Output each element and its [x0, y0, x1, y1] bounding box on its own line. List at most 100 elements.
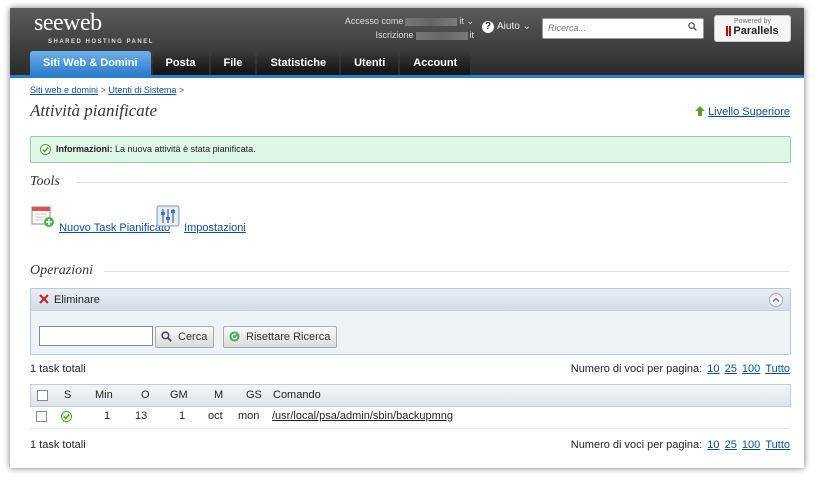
per-page-all[interactable]: Tutto — [765, 439, 790, 451]
col-day-of-month[interactable]: GM — [170, 389, 188, 401]
status-ok-icon — [61, 411, 72, 422]
tab-underline — [10, 75, 804, 78]
cell-min: 1 — [104, 410, 111, 422]
cell-day-of-week: mon — [238, 410, 260, 422]
tab-statistiche[interactable]: Statistiche — [257, 51, 340, 75]
success-icon — [40, 144, 51, 155]
up-arrow-icon — [695, 106, 706, 116]
delete-button[interactable]: Eliminare — [54, 294, 100, 306]
per-page-label: Numero di voci per pagina: — [570, 439, 703, 451]
cell-day-of-month: 1 — [179, 410, 186, 422]
info-message: Informazioni: La nuova attività è stata … — [30, 136, 791, 163]
per-page-25[interactable]: 25 — [725, 439, 737, 451]
search-input[interactable] — [543, 19, 678, 36]
info-label: Informazioni: — [56, 144, 113, 154]
per-page-100[interactable]: 100 — [742, 439, 760, 451]
access-label: Accesso come — [344, 16, 404, 26]
signup-suffix: it — [469, 30, 475, 40]
redacted-account — [415, 31, 468, 40]
chevron-down-icon: ⌄ — [522, 21, 531, 32]
col-command[interactable]: Comando — [273, 389, 321, 401]
settings-sliders-icon — [156, 205, 180, 227]
col-month[interactable]: M — [214, 389, 223, 401]
access-suffix: it — [459, 16, 464, 26]
per-page-25[interactable]: 25 — [725, 363, 737, 375]
search-button[interactable]: Cerca — [155, 326, 215, 348]
tab-posta[interactable]: Posta — [152, 51, 209, 75]
new-task-tool[interactable]: Nuovo Task Pianificato — [30, 204, 170, 234]
per-page-100[interactable]: 100 — [742, 363, 760, 375]
select-all-checkbox[interactable] — [37, 390, 48, 401]
info-text: La nuova attività è stata pianificata. — [115, 144, 256, 154]
delete-icon — [39, 294, 49, 304]
new-task-label[interactable]: Nuovo Task Pianificato — [59, 222, 170, 234]
window-frame: seeweb SHARED HOSTING PANEL Accesso come… — [10, 8, 804, 468]
row-checkbox[interactable] — [36, 411, 47, 422]
powered-by-label: Powered by — [734, 18, 771, 25]
up-level-link[interactable]: Livello Superiore — [695, 106, 790, 118]
page-title: Attività pianificate — [30, 101, 158, 120]
calendar-add-icon — [31, 206, 54, 227]
tools-heading: Tools — [30, 174, 60, 189]
col-status[interactable]: S — [64, 389, 71, 401]
cell-hour: 13 — [135, 410, 148, 422]
cell-command[interactable]: /usr/local/psa/admin/sbin/backupmng — [272, 410, 453, 422]
reset-search-label: Risettare Ricerca — [246, 331, 331, 343]
tab-utenti[interactable]: Utenti — [341, 51, 399, 75]
help-icon: ? — [482, 21, 494, 33]
refresh-icon — [229, 331, 240, 342]
table-header: S Min O GM M GS Comando — [30, 384, 791, 407]
per-page-label: Numero di voci per pagina: — [570, 363, 703, 375]
per-page-top: Numero di voci per pagina: 10 25 100 Tut… — [571, 363, 790, 375]
logo-text: seeweb — [34, 10, 102, 36]
operations-panel-header: Eliminare — [31, 289, 790, 311]
top-bar: seeweb SHARED HOSTING PANEL Accesso come… — [10, 8, 804, 75]
tab-file[interactable]: File — [210, 51, 256, 75]
parallels-badge: Powered by Parallels — [714, 15, 791, 42]
tab-siti-web-domini[interactable]: Siti Web & Domini — [30, 51, 151, 75]
table-row: 1 13 1 oct mon /usr/local/psa/admin/sbin… — [30, 406, 789, 429]
per-page-bottom: Numero di voci per pagina: 10 25 100 Tut… — [571, 439, 790, 451]
per-page-10[interactable]: 10 — [707, 363, 719, 375]
search-icon[interactable] — [688, 22, 697, 31]
total-count-bottom: 1 task totali — [30, 439, 86, 451]
main-tabs: Siti Web & Domini Posta File Statistiche… — [30, 51, 472, 75]
info-message-text: Informazioni: La nuova attività è stata … — [56, 144, 256, 154]
login-info: Accesso come it ⌄ Iscrizione it — [328, 14, 474, 42]
settings-label[interactable]: Impostazioni — [184, 222, 246, 234]
per-page-all[interactable]: Tutto — [765, 363, 790, 375]
per-page-10[interactable]: 10 — [707, 439, 719, 451]
col-min[interactable]: Min — [95, 389, 113, 401]
breadcrumb-separator: > — [100, 85, 106, 95]
parallels-logo-icon — [726, 26, 732, 37]
parallels-name: Parallels — [733, 25, 779, 37]
reset-search-button[interactable]: Risettare Ricerca — [223, 326, 338, 348]
signup-label: Iscrizione — [375, 30, 414, 40]
redacted-username — [405, 17, 458, 26]
col-hour[interactable]: O — [141, 389, 150, 401]
operations-panel: Eliminare Cerca Risettare Ricerca — [30, 288, 791, 355]
cell-month: oct — [208, 410, 223, 422]
up-level-label[interactable]: Livello Superiore — [708, 106, 790, 118]
collapse-icon[interactable] — [769, 293, 783, 307]
tab-account[interactable]: Account — [400, 51, 471, 75]
breadcrumb-siti-web[interactable]: Siti web e domini — [30, 85, 98, 95]
filter-input[interactable] — [39, 326, 153, 346]
tools-divider — [76, 182, 789, 183]
help-menu[interactable]: ? Aiuto ⌄ — [482, 21, 531, 33]
settings-tool[interactable]: Impostazioni — [155, 204, 246, 234]
search-box — [542, 18, 704, 39]
seeweb-logo: seeweb SHARED HOSTING PANEL — [34, 10, 152, 45]
breadcrumb-separator: > — [178, 85, 185, 95]
logo-tagline: SHARED HOSTING PANEL — [48, 39, 154, 45]
operations-heading: Operazioni — [30, 263, 93, 278]
search-icon — [161, 331, 172, 342]
total-count-top: 1 task totali — [30, 363, 86, 375]
breadcrumb-utenti-sistema[interactable]: Utenti di Sistema — [108, 85, 176, 95]
help-label: Aiuto — [497, 21, 520, 32]
breadcrumb: Siti web e domini > Utenti di Sistema > — [30, 85, 184, 95]
chevron-down-icon[interactable]: ⌄ — [466, 16, 474, 26]
col-day-of-week[interactable]: GS — [246, 389, 262, 401]
operations-divider — [104, 271, 789, 272]
search-button-label: Cerca — [178, 331, 208, 343]
